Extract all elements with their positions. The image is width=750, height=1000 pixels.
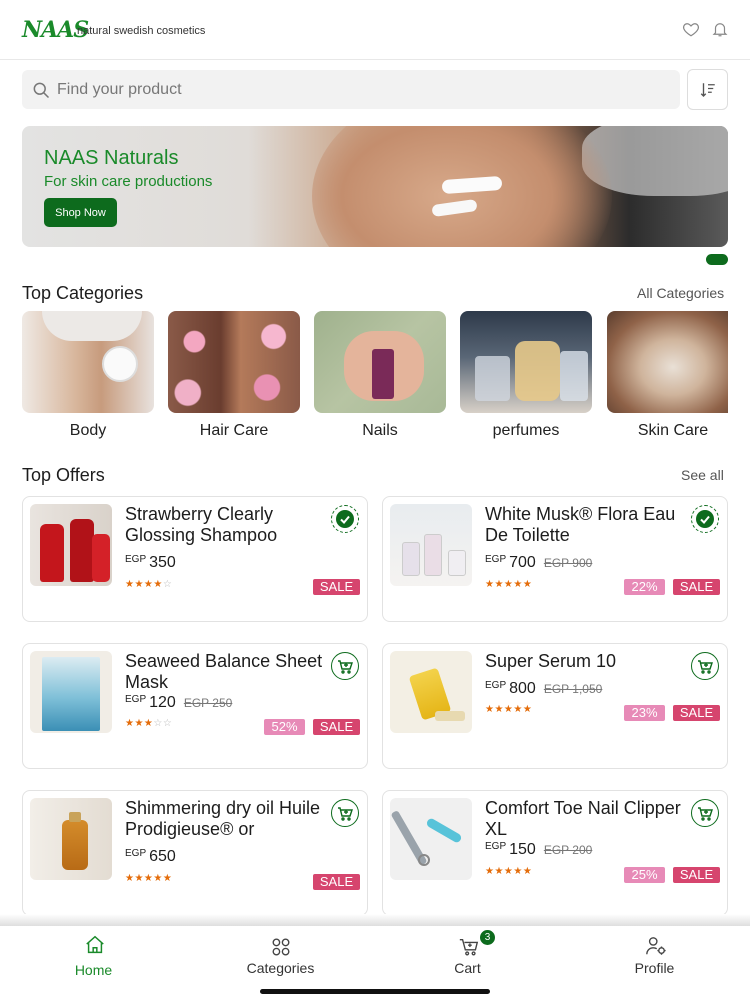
rating-stars: ★★★★★ (485, 866, 533, 877)
nav-profile[interactable]: Profile (561, 926, 748, 1000)
add-to-cart-icon[interactable] (331, 652, 359, 680)
nav-label: Home (74, 962, 113, 978)
original-price: EGP 250 (183, 696, 233, 710)
original-price: EGP 1,050 (543, 682, 603, 696)
add-to-cart-icon[interactable] (691, 652, 719, 680)
profile-settings-icon (646, 937, 666, 955)
category-label: Nails (362, 422, 398, 439)
product-price: EGP 800 EGP 1,050 (485, 680, 603, 697)
in-cart-check-icon[interactable] (691, 505, 719, 533)
discount-badge: 22% (624, 579, 665, 595)
product-image (390, 504, 472, 586)
bell-icon[interactable] (711, 20, 729, 38)
product-image (30, 798, 112, 880)
category-label: Skin Care (637, 422, 709, 439)
discount-badge: 25% (624, 867, 665, 883)
product-title: Super Serum 10 (485, 651, 617, 671)
rating-stars: ★★★★★ (485, 579, 533, 590)
sale-badge: SALE (673, 705, 720, 721)
rating-stars: ★★★★☆ (125, 579, 173, 590)
in-cart-check-icon[interactable] (331, 505, 359, 533)
rating-stars: ★★★☆☆ (125, 718, 173, 729)
category-image (460, 311, 592, 413)
product-price: EGP 700 EGP 900 (485, 554, 593, 571)
rating-stars: ★★★★★ (125, 873, 173, 884)
category-image (168, 311, 300, 413)
categories-title: Top Categories (22, 283, 144, 303)
add-to-cart-icon[interactable] (331, 799, 359, 827)
rating-stars: ★★★★★ (485, 704, 533, 715)
product-image (390, 798, 472, 880)
product-price: EGP 350 (125, 554, 176, 571)
heart-icon[interactable] (682, 20, 700, 38)
shop-now-button[interactable]: Shop Now (44, 198, 117, 227)
product-title: Seaweed Balance Sheet Mask (125, 651, 323, 692)
product-title: Comfort Toe Nail Clipper XL (485, 798, 681, 839)
sale-badge: SALE (673, 867, 720, 883)
category-body[interactable]: Body (22, 311, 154, 440)
carousel-indicator[interactable] (706, 254, 728, 265)
offers-title: Top Offers (22, 465, 105, 485)
category-perfumes[interactable]: perfumes (460, 311, 592, 440)
product-image (30, 504, 112, 586)
add-to-cart-icon[interactable] (691, 799, 719, 827)
original-price: EGP 900 (543, 556, 593, 570)
offer-card[interactable]: Super Serum 10 EGP 800 EGP 1,050 ★★★★★ 23%… (382, 643, 728, 769)
product-image (30, 651, 112, 733)
category-skin-care[interactable]: Skin Care (607, 311, 728, 440)
brand-tagline: natural swedish cosmetics (77, 25, 206, 37)
discount-badge: 52% (264, 719, 305, 735)
offer-card[interactable]: Seaweed Balance Sheet Mask EGP 120 EGP 250… (22, 643, 368, 769)
grid-icon (272, 938, 290, 956)
offer-card[interactable]: Comfort Toe Nail Clipper XL EGP 150 EGP 20… (382, 790, 728, 916)
product-title: Strawberry Clearly Glossing Shampoo (125, 504, 278, 545)
home-indicator[interactable] (260, 989, 490, 994)
home-icon (86, 935, 104, 954)
nav-label: Categories (246, 960, 315, 976)
nav-home[interactable]: Home (0, 926, 187, 1000)
original-price: EGP 200 (543, 843, 593, 857)
category-hair-care[interactable]: Hair Care (168, 311, 300, 440)
sale-badge: SALE (313, 719, 360, 735)
product-title: White Musk® Flora Eau De Toilette (485, 504, 676, 545)
category-label: Body (69, 422, 107, 439)
category-image (607, 311, 728, 413)
category-nails[interactable]: Nails (314, 311, 446, 440)
category-label: Hair Care (199, 422, 269, 439)
banner-title: NAAS Naturals (44, 147, 179, 169)
product-price: EGP 150 EGP 200 (485, 841, 593, 858)
sale-badge: SALE (313, 874, 360, 890)
search-input[interactable] (57, 70, 657, 109)
search-bar (22, 70, 680, 109)
product-image (390, 651, 472, 733)
cart-count-badge: 3 (480, 930, 495, 945)
category-image (314, 311, 446, 413)
offer-card[interactable]: Shimmering dry oil Huile Prodigieuse® or… (22, 790, 368, 916)
all-categories-link[interactable]: All Categories (637, 285, 724, 301)
product-price: EGP 120 EGP 250 (125, 694, 233, 711)
product-price: EGP 650 (125, 848, 176, 865)
product-title: Shimmering dry oil Huile Prodigieuse® or (125, 798, 321, 839)
promo-banner[interactable]: NAAS Naturals For skin care productions … (22, 126, 728, 247)
see-all-link[interactable]: See all (681, 467, 724, 483)
offer-card[interactable]: White Musk® Flora Eau De Toilette EGP 700… (382, 496, 728, 622)
sale-badge: SALE (673, 579, 720, 595)
search-icon (33, 82, 50, 99)
discount-badge: 23% (624, 705, 665, 721)
category-image (22, 311, 154, 413)
sort-icon (700, 83, 715, 97)
cart-icon (459, 938, 479, 956)
nav-label: Profile (634, 960, 675, 976)
app-header: NAAS natural swedish cosmetics (0, 0, 750, 60)
sort-button[interactable] (687, 69, 728, 110)
nav-label: Cart (454, 960, 481, 976)
banner-subtitle: For skin care productions (44, 173, 213, 190)
sale-badge: SALE (313, 579, 360, 595)
category-label: perfumes (492, 422, 560, 439)
offer-card[interactable]: Strawberry Clearly Glossing Shampoo EGP 3… (22, 496, 368, 622)
